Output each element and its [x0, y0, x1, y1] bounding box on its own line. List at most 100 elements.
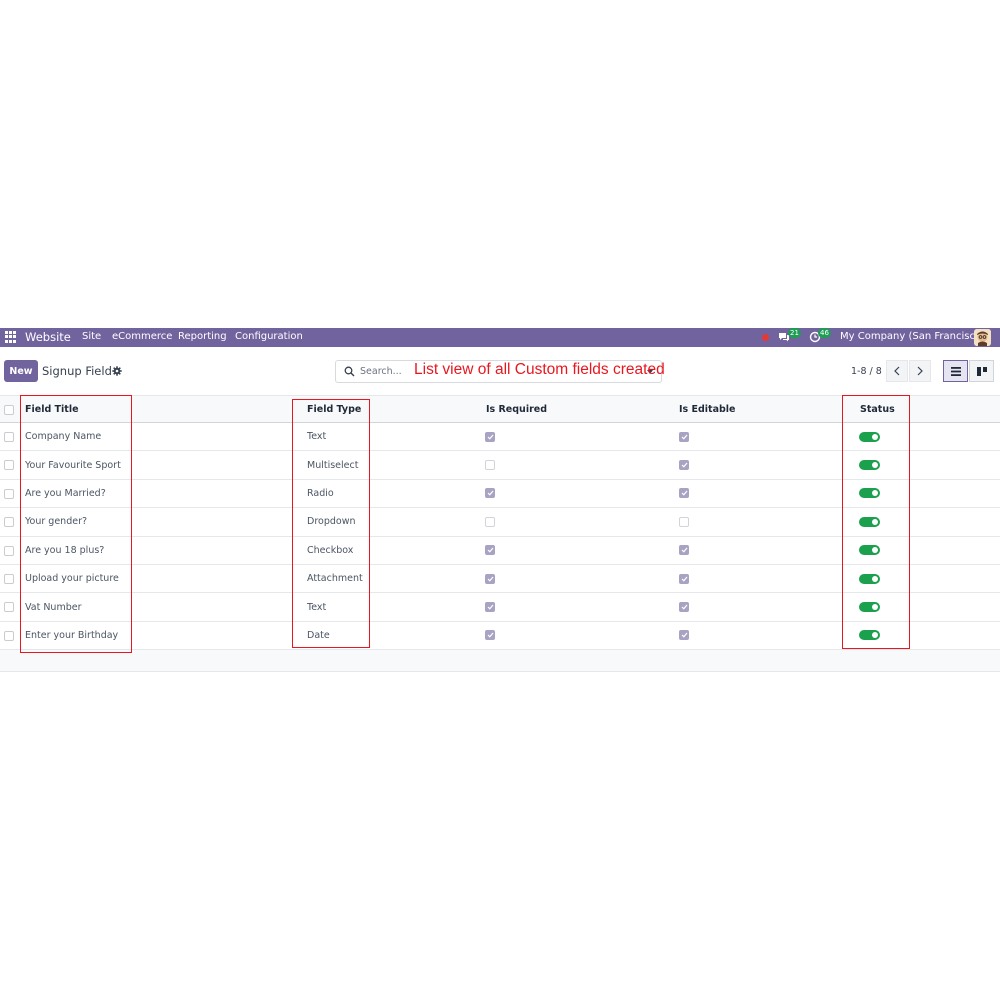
- menu-item-site[interactable]: Site: [82, 331, 101, 342]
- cell-status[interactable]: [859, 593, 880, 620]
- row-checkbox[interactable]: [4, 517, 14, 528]
- row-checkbox[interactable]: [4, 488, 14, 499]
- cell-field-title[interactable]: Are you 18 plus?: [25, 537, 104, 564]
- status-toggle[interactable]: [859, 630, 880, 641]
- user-avatar[interactable]: [974, 329, 991, 346]
- is-editable-checkbox: [679, 573, 689, 584]
- cell-field-type[interactable]: Date: [307, 622, 330, 649]
- column-header-field-type[interactable]: Field Type: [307, 396, 361, 422]
- cell-is-editable: [679, 451, 689, 478]
- new-button[interactable]: New: [4, 360, 38, 382]
- cell-field-type[interactable]: Attachment: [307, 565, 363, 592]
- row-checkbox[interactable]: [4, 460, 14, 471]
- cell-field-title[interactable]: Upload your picture: [25, 565, 119, 592]
- cell-is-required: [485, 565, 495, 592]
- app-brand[interactable]: Website: [25, 330, 71, 344]
- check-icon: [487, 633, 493, 639]
- cell-field-title[interactable]: Are you Married?: [25, 480, 106, 507]
- cell-field-title[interactable]: Company Name: [25, 423, 101, 450]
- row-checkbox[interactable]: [4, 545, 14, 556]
- check-icon: [681, 434, 687, 440]
- cell-is-required: [485, 593, 495, 620]
- status-toggle[interactable]: [859, 460, 880, 471]
- cell-status[interactable]: [859, 508, 880, 535]
- column-header-is-required[interactable]: Is Required: [486, 396, 547, 422]
- row-checkbox[interactable]: [4, 602, 14, 613]
- company-switcher[interactable]: My Company (San Francisco): [840, 331, 985, 342]
- is-editable-checkbox: [679, 516, 689, 527]
- check-icon: [487, 434, 493, 440]
- table-row[interactable]: Company Name Text: [0, 423, 1000, 452]
- menu-item-reporting[interactable]: Reporting: [178, 331, 227, 342]
- cell-field-type[interactable]: Multiselect: [307, 451, 358, 478]
- pager-value[interactable]: 1-8 / 8: [851, 366, 882, 377]
- is-required-checkbox: [485, 573, 495, 584]
- is-required-checkbox: [485, 488, 495, 499]
- row-checkbox[interactable]: [4, 630, 14, 641]
- is-required-checkbox: [485, 516, 495, 527]
- status-toggle[interactable]: [859, 488, 880, 499]
- cell-field-title[interactable]: Your gender?: [25, 508, 87, 535]
- select-all-checkbox[interactable]: [4, 405, 14, 415]
- table-row[interactable]: Your Favourite Sport Multiselect: [0, 451, 1000, 480]
- cell-field-type[interactable]: Checkbox: [307, 537, 353, 564]
- cell-status[interactable]: [859, 537, 880, 564]
- menu-item-ecommerce[interactable]: eCommerce: [112, 331, 172, 342]
- cell-is-required: [485, 451, 495, 478]
- status-toggle[interactable]: [859, 573, 880, 584]
- annotation-caption: List view of all Custom fields created: [414, 361, 665, 378]
- cell-field-title[interactable]: Enter your Birthday: [25, 622, 118, 649]
- cell-status[interactable]: [859, 622, 880, 649]
- cell-status[interactable]: [859, 565, 880, 592]
- cell-is-required: [485, 508, 495, 535]
- check-icon: [487, 491, 493, 497]
- cell-status[interactable]: [859, 451, 880, 478]
- status-toggle[interactable]: [859, 516, 880, 527]
- column-header-status[interactable]: Status: [860, 396, 895, 422]
- is-required-checkbox: [485, 545, 495, 556]
- list-view-button[interactable]: [943, 360, 968, 382]
- top-navbar: Website Site eCommerce Reporting Configu…: [0, 328, 1000, 347]
- cell-is-editable: [679, 480, 689, 507]
- recording-indicator-icon[interactable]: [762, 334, 769, 341]
- list-view-icon: [950, 366, 961, 376]
- is-editable-checkbox: [679, 431, 689, 442]
- row-checkbox[interactable]: [4, 432, 14, 442]
- table-row[interactable]: Vat Number Text: [0, 593, 1000, 622]
- table-row[interactable]: Are you Married? Radio: [0, 479, 1000, 509]
- cell-is-editable: [679, 508, 689, 535]
- row-checkbox[interactable]: [4, 573, 14, 584]
- cell-field-type[interactable]: Text: [307, 423, 326, 450]
- pager-next-button[interactable]: [909, 360, 931, 382]
- cell-is-required: [485, 537, 495, 564]
- cell-field-type[interactable]: Text: [307, 593, 326, 620]
- table-row[interactable]: Enter your Birthday Date: [0, 621, 1000, 651]
- column-header-is-editable[interactable]: Is Editable: [679, 396, 736, 422]
- check-icon: [681, 576, 687, 582]
- apps-menu-icon[interactable]: [5, 331, 17, 343]
- cell-is-editable: [679, 593, 689, 620]
- menu-item-configuration[interactable]: Configuration: [235, 331, 303, 342]
- gear-icon[interactable]: [112, 366, 122, 376]
- status-toggle[interactable]: [859, 602, 880, 613]
- kanban-view-button[interactable]: [969, 360, 994, 382]
- cell-field-title[interactable]: Vat Number: [25, 593, 82, 620]
- cell-status[interactable]: [859, 423, 880, 450]
- cell-is-required: [485, 423, 495, 450]
- status-toggle[interactable]: [859, 431, 880, 442]
- table-row[interactable]: Are you 18 plus? Checkbox: [0, 536, 1000, 565]
- status-toggle[interactable]: [859, 545, 880, 556]
- cell-status[interactable]: [859, 480, 880, 507]
- is-required-checkbox: [485, 460, 495, 471]
- cell-field-type[interactable]: Dropdown: [307, 508, 356, 535]
- search-icon: [344, 366, 355, 377]
- table-body: Company Name Text Your Favourite Sport Mult…: [0, 423, 1000, 651]
- column-header-field-title[interactable]: Field Title: [25, 396, 79, 422]
- activities-badge: 46: [818, 328, 831, 338]
- is-editable-checkbox: [679, 602, 689, 613]
- cell-field-type[interactable]: Radio: [307, 480, 334, 507]
- cell-field-title[interactable]: Your Favourite Sport: [25, 451, 121, 478]
- pager-previous-button[interactable]: [886, 360, 908, 382]
- table-row[interactable]: Upload your picture Attachment: [0, 564, 1000, 594]
- table-row[interactable]: Your gender? Dropdown: [0, 508, 1000, 537]
